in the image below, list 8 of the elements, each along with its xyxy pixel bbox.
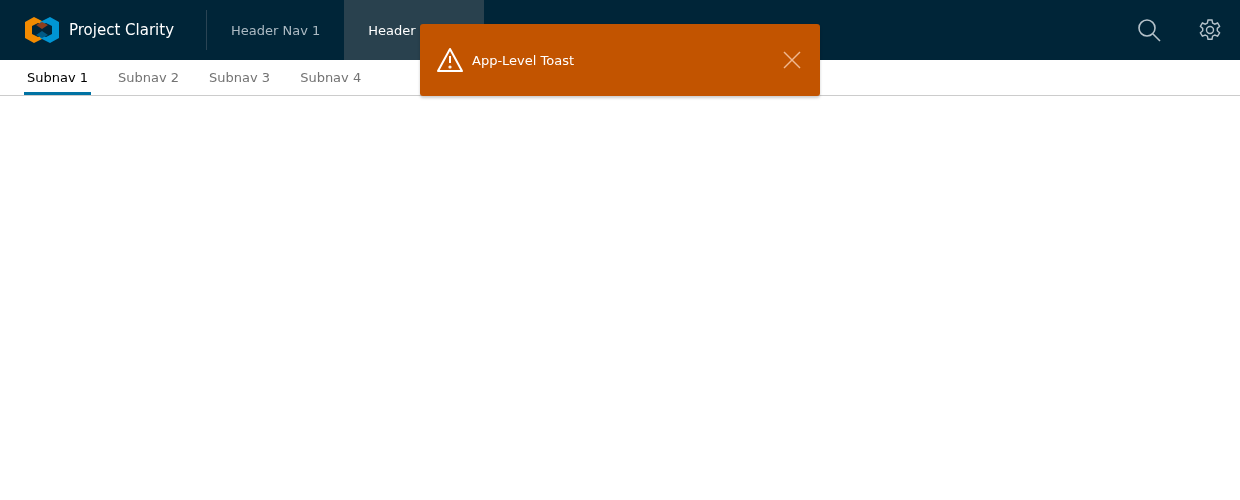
brand-name: Project Clarity <box>69 21 174 39</box>
logo-icon <box>24 16 60 44</box>
subnav-tab[interactable]: Subnav 3 <box>206 60 274 95</box>
header-nav-tab[interactable]: Header Nav 1 <box>207 0 345 60</box>
subnav-tab[interactable]: Subnav 2 <box>115 60 183 95</box>
subnav-tab[interactable]: Subnav 1 <box>24 60 92 95</box>
subnav-tab[interactable]: Subnav 4 <box>297 60 365 95</box>
warning-icon <box>436 47 464 73</box>
